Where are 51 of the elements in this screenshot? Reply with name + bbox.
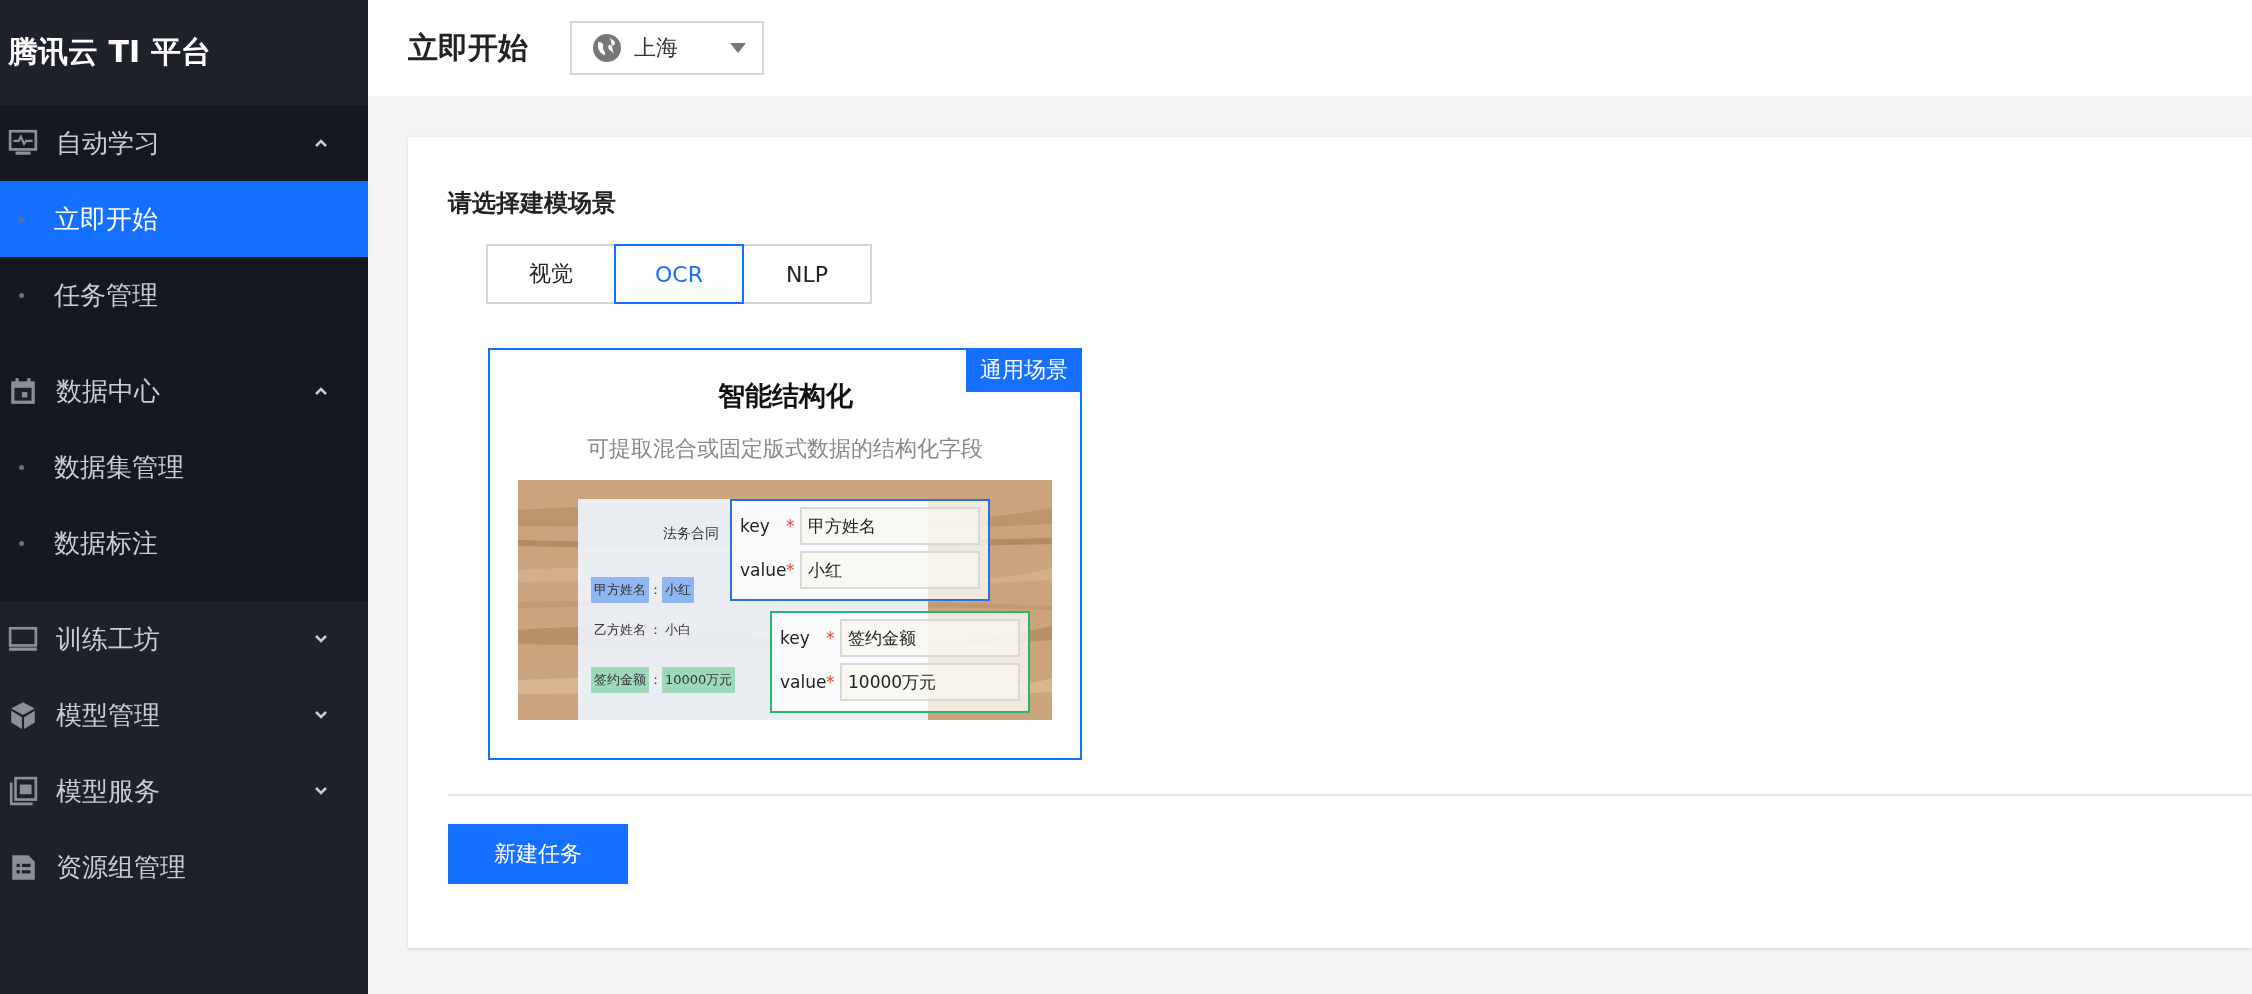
value-label: value (740, 560, 786, 580)
menu-group[interactable]: 模型管理 (0, 677, 368, 753)
scenario-title: 智能结构化 (717, 379, 853, 413)
value-field: 10000万元 (840, 663, 1020, 701)
region-dropdown[interactable]: 上海 (570, 21, 764, 75)
value-label: value (780, 672, 826, 692)
scenario-tag: 通用场景 (966, 348, 1082, 392)
menu-item[interactable]: 立即开始 (0, 181, 368, 257)
field-label: 签约金额 (591, 667, 649, 693)
required-mark: * (786, 560, 796, 580)
scene-tab[interactable]: NLP (742, 244, 872, 304)
key-field: 签约金额 (840, 619, 1020, 657)
field-label: 乙方姓名 (593, 621, 647, 639)
key-label: key (740, 516, 771, 536)
menu-group[interactable]: 模型服务 (0, 753, 368, 829)
value-field: 小红 (800, 551, 980, 589)
calendar-icon (8, 376, 38, 406)
menu-group[interactable]: 训练工坊 (0, 601, 368, 677)
monitor-icon (8, 624, 38, 654)
new-task-button[interactable]: 新建任务 (448, 824, 628, 884)
section-heading: 请选择建模场景 (448, 188, 617, 219)
stacked-squares-icon (8, 776, 38, 806)
colon: ： (649, 671, 662, 689)
field-value: 10000万元 (662, 667, 736, 693)
dropdown-arrow-icon (730, 43, 746, 53)
field-value: 小红 (662, 577, 694, 603)
colon: ： (649, 581, 662, 599)
menu-group[interactable]: 自动学习 (0, 105, 368, 181)
field-value: 小白 (664, 621, 692, 639)
required-mark: * (826, 628, 836, 648)
scene-tab[interactable]: 视觉 (486, 244, 616, 304)
monitor-pulse-icon (8, 128, 38, 158)
colon: ： (649, 621, 662, 639)
menu-group[interactable]: 数据中心 (0, 353, 368, 429)
menu-item[interactable]: 数据集管理 (0, 429, 368, 505)
scenario-card[interactable]: 通用场景 智能结构化 可提取混合或固定版式数据的结构化字段 法务合同 甲方姓名 ： 小红 乙方姓名 ： 小白 签约金额 ： 10000万元 key * 甲方姓名 value* 小红 key * 签约金额 value* 10000万元 (488, 348, 1082, 760)
key-field: 甲方姓名 (800, 507, 980, 545)
key-label: key (780, 628, 811, 648)
required-mark: * (786, 516, 796, 536)
scene-tab[interactable]: OCR (614, 244, 744, 304)
menu-item[interactable]: 资源组管理 (0, 829, 368, 905)
page-title: 立即开始 (408, 28, 528, 67)
required-mark: * (826, 672, 836, 692)
field-label: 甲方姓名 (591, 577, 649, 603)
menu-item[interactable]: 数据标注 (0, 505, 368, 581)
document-title: 法务合同 (663, 525, 719, 543)
globe-icon (592, 33, 622, 63)
menu-item[interactable]: 任务管理 (0, 257, 368, 333)
scenario-description: 可提取混合或固定版式数据的结构化字段 (587, 435, 983, 463)
cube-icon (8, 700, 38, 730)
app-title: 腾讯云 TI 平台 (7, 33, 212, 71)
